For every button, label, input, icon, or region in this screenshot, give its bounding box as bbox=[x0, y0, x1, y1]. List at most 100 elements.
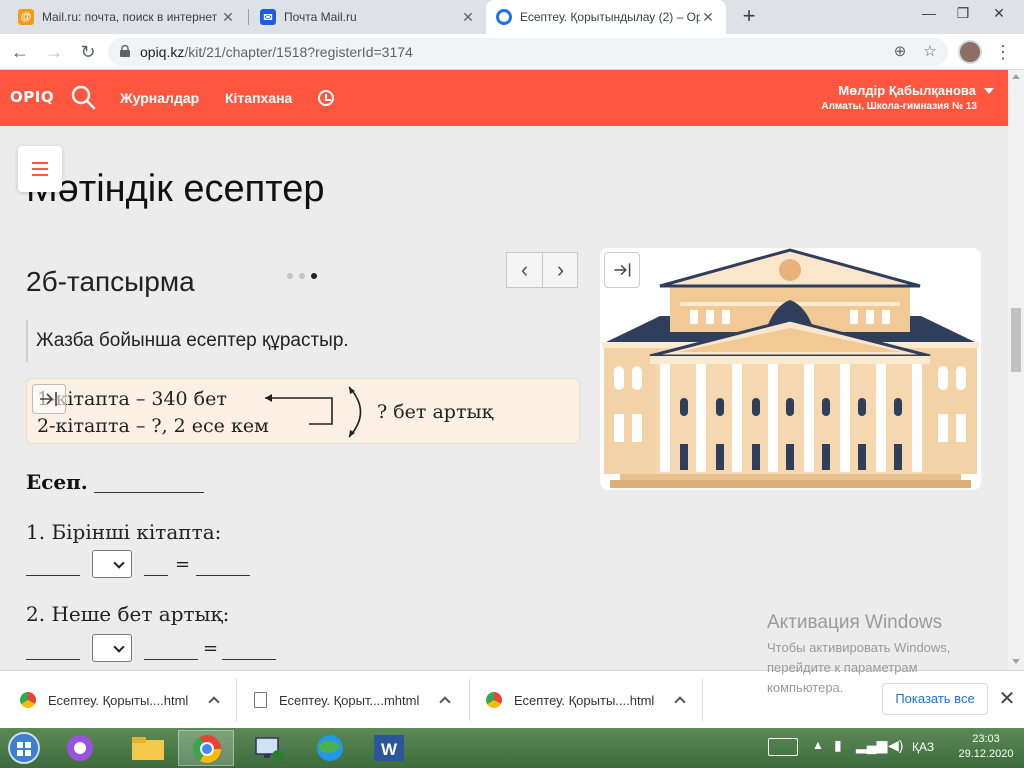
tab-opiq-active[interactable]: Есептеу. Қорытындылау (2) – Op ✕ bbox=[486, 0, 726, 34]
equals-sign: = bbox=[203, 638, 219, 659]
page-title: Мәтіндік есептер bbox=[26, 168, 325, 210]
keyboard-icon[interactable] bbox=[768, 738, 798, 756]
browser-tab-strip: @ Mail.ru: почта, поиск в интернет ✕ ✉ П… bbox=[0, 0, 1024, 34]
problem-scheme: 1-кітапта – 340 бет 2-кітапта – ?, 2 есе… bbox=[26, 378, 580, 444]
answer-blank[interactable] bbox=[222, 658, 276, 660]
back-arrow-icon[interactable]: ← bbox=[6, 38, 34, 66]
document-file-icon bbox=[254, 692, 267, 708]
download-filename: Есептеу. Қорыт....mhtml bbox=[279, 692, 420, 708]
alice-assistant-icon[interactable] bbox=[58, 730, 102, 766]
scroll-thumb[interactable] bbox=[1011, 308, 1021, 372]
chrome-html-icon bbox=[486, 692, 502, 708]
watermark-text: Чтобы активировать Windows, перейдите к … bbox=[767, 640, 951, 695]
next-task-button[interactable]: › bbox=[543, 253, 578, 287]
nav-library[interactable]: Кітапхана bbox=[225, 90, 292, 106]
clock-time: 23:03 bbox=[972, 733, 1000, 745]
equals-sign: = bbox=[175, 554, 191, 575]
clock-date: 29.12.2020 bbox=[958, 748, 1014, 760]
mail-envelope-icon: ✉ bbox=[260, 9, 276, 25]
browser-menu-icon[interactable]: ⋮ bbox=[993, 40, 1013, 64]
url-text: opiq.kz/kit/21/chapter/1518?registerId=3… bbox=[140, 44, 413, 60]
start-button[interactable] bbox=[2, 730, 46, 766]
expand-image-icon[interactable] bbox=[604, 252, 640, 288]
answer-blank[interactable] bbox=[26, 658, 80, 660]
reload-icon[interactable]: ↻ bbox=[74, 38, 102, 66]
profile-avatar[interactable] bbox=[958, 40, 982, 64]
expand-image-icon[interactable] bbox=[32, 384, 66, 414]
word-icon[interactable]: W bbox=[362, 730, 418, 766]
file-explorer-icon[interactable] bbox=[120, 730, 176, 766]
chevron-up-icon[interactable] bbox=[439, 696, 452, 708]
browser-toolbar: ← → ↻ opiq.kz/kit/21/chapter/1518?regist… bbox=[0, 34, 1024, 70]
operator-select[interactable] bbox=[92, 634, 132, 662]
theatre-illustration bbox=[600, 248, 981, 490]
download-item[interactable]: Есептеу. Қорыт....mhtml bbox=[254, 671, 452, 729]
restore-window-icon[interactable]: ❐ bbox=[946, 0, 980, 30]
carousel-dots[interactable] bbox=[287, 266, 323, 284]
problem-answer-line[interactable] bbox=[94, 492, 204, 493]
scheme-arrows-icon bbox=[265, 386, 362, 438]
scheme-question: ? бет артық bbox=[377, 401, 494, 423]
tab-title: Почта Mail.ru bbox=[284, 10, 357, 24]
task-instruction: Жазба бойынша есептер құрастыр. bbox=[26, 320, 349, 362]
answer-blank[interactable] bbox=[144, 574, 168, 576]
battery-icon[interactable]: ▮ bbox=[834, 737, 842, 754]
windows-taskbar: W ▲ ▮ ▂▄▆ ◀) ҚАЗ 23:03 29.12.2020 bbox=[0, 728, 1024, 768]
task-title: 2б-тапсырма bbox=[26, 266, 195, 297]
new-tab-button[interactable]: + bbox=[736, 4, 762, 30]
close-tab-icon[interactable]: ✕ bbox=[700, 9, 716, 26]
user-name[interactable]: Мөлдір Қабылқанова bbox=[838, 83, 976, 98]
input-language[interactable]: ҚАЗ bbox=[912, 740, 934, 754]
tab-mailru[interactable]: @ Mail.ru: почта, поиск в интернет ✕ bbox=[8, 0, 246, 34]
network-computer-icon[interactable] bbox=[240, 730, 296, 766]
scroll-down-icon[interactable] bbox=[1012, 659, 1020, 664]
mailru-at-icon: @ bbox=[18, 9, 34, 25]
question-1-label: 1. Бірінші кітапта: bbox=[26, 520, 222, 544]
download-filename: Есептеу. Қорыты....html bbox=[48, 692, 189, 708]
show-hidden-icons-icon[interactable]: ▲ bbox=[812, 738, 824, 752]
site-header: OPIQ Журналдар Кітапхана Мөлдір Қабылқан… bbox=[0, 70, 1008, 126]
tab-title: Mail.ru: почта, поиск в интернет bbox=[42, 10, 218, 24]
address-bar[interactable]: opiq.kz/kit/21/chapter/1518?registerId=3… bbox=[108, 38, 948, 66]
zoom-icon[interactable]: ⊕ bbox=[890, 42, 910, 62]
watermark-title: Активация Windows bbox=[767, 612, 943, 633]
answer-blank[interactable] bbox=[26, 574, 80, 576]
table-of-contents-button[interactable] bbox=[18, 146, 62, 192]
chevron-up-icon[interactable] bbox=[674, 696, 686, 708]
page-scrollbar[interactable] bbox=[1008, 70, 1024, 670]
signal-icon[interactable]: ▂▄▆ bbox=[856, 737, 887, 754]
close-downloads-icon[interactable]: ✕ bbox=[998, 687, 1016, 711]
chevron-down-icon[interactable] bbox=[984, 88, 994, 94]
opiq-favicon-icon bbox=[496, 9, 512, 25]
answer-blank[interactable] bbox=[144, 658, 198, 660]
volume-icon[interactable]: ◀) bbox=[888, 737, 903, 754]
download-item[interactable]: Есептеу. Қорыты....html bbox=[486, 671, 686, 729]
chrome-html-icon bbox=[20, 692, 36, 708]
history-clock-icon[interactable] bbox=[318, 90, 334, 106]
opiq-logo[interactable]: OPIQ bbox=[10, 88, 54, 106]
globe-app-icon[interactable] bbox=[302, 730, 358, 766]
chrome-taskbar-icon[interactable] bbox=[178, 730, 234, 766]
minimize-window-icon[interactable]: — bbox=[912, 0, 946, 30]
svg-text:W: W bbox=[381, 740, 398, 759]
search-icon[interactable] bbox=[70, 84, 96, 110]
task-pager: ‹ › bbox=[506, 252, 578, 288]
download-filename: Есептеу. Қорыты....html bbox=[514, 692, 655, 708]
close-tab-icon[interactable]: ✕ bbox=[460, 9, 476, 26]
page-content: Мәтіндік есептер 2б-тапсырма ‹ › Жазба б… bbox=[0, 126, 1008, 670]
answer-blank[interactable] bbox=[196, 574, 250, 576]
prev-task-button[interactable]: ‹ bbox=[507, 253, 542, 287]
download-item[interactable]: Есептеу. Қорыты....html bbox=[20, 671, 220, 729]
question-2-label: 2. Неше бет артық: bbox=[26, 602, 230, 626]
scroll-up-icon[interactable] bbox=[1012, 74, 1020, 79]
operator-select[interactable] bbox=[92, 550, 132, 578]
close-window-icon[interactable]: ✕ bbox=[982, 0, 1016, 30]
user-school: Алматы, Школа-гимназия № 13 bbox=[821, 101, 977, 112]
nav-journals[interactable]: Журналдар bbox=[120, 90, 199, 106]
bookmark-star-icon[interactable]: ☆ bbox=[920, 42, 940, 62]
tab-mail-inbox[interactable]: ✉ Почта Mail.ru ✕ bbox=[250, 0, 486, 34]
chevron-up-icon[interactable] bbox=[208, 696, 220, 708]
close-tab-icon[interactable]: ✕ bbox=[220, 9, 236, 26]
clock[interactable]: 23:03 29.12.2020 bbox=[958, 732, 1014, 762]
forward-arrow-icon[interactable]: → bbox=[40, 38, 68, 66]
